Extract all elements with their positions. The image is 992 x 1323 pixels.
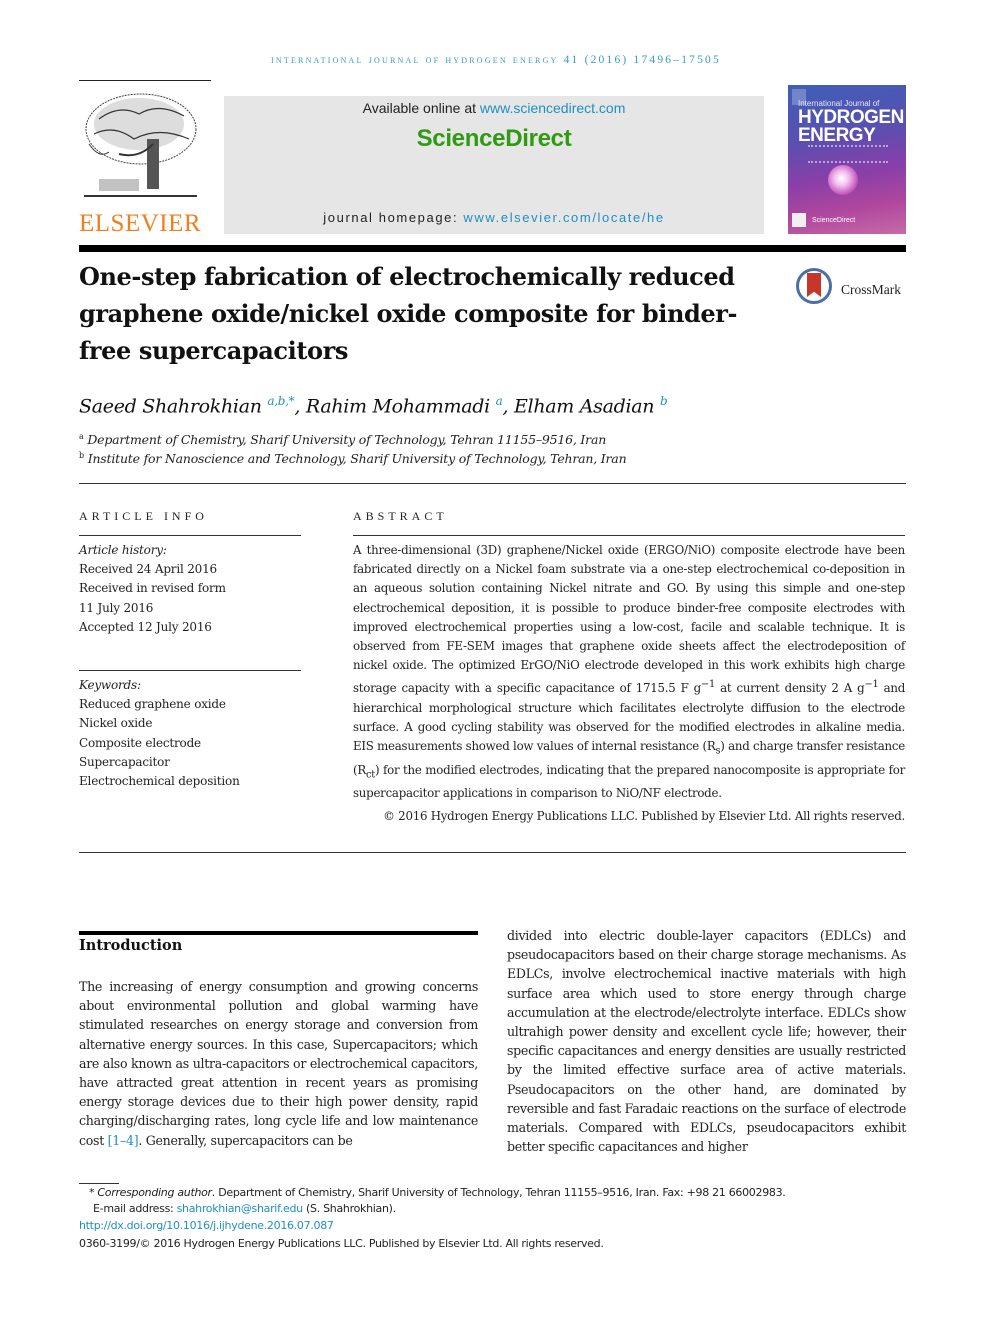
superscript: −1 [864, 679, 879, 691]
journal-homepage: journal homepage: www.elsevier.com/locat… [224, 210, 764, 225]
article-title: One-step fabrication of electrochemicall… [79, 262, 738, 365]
corresponding-author-note: * Corresponding author. Department of Ch… [79, 1186, 786, 1199]
body-text: . Generally, supercapacitors can be [138, 1132, 353, 1148]
footnote-rule [79, 1183, 119, 1184]
cover-orb-graphic [828, 165, 858, 195]
cover-badge [792, 213, 806, 227]
abstract-rule [353, 535, 905, 536]
author-separator: , [294, 395, 306, 418]
section-divider [79, 852, 906, 853]
doi-line: http://dx.doi.org/10.1016/j.ijhydene.201… [79, 1219, 334, 1232]
journal-homepage-label: journal homepage: [323, 210, 464, 225]
keyword: Electrochemical deposition [79, 774, 240, 789]
subscript: ct [366, 768, 375, 780]
affiliation-mark: b [79, 451, 84, 460]
journal-cover[interactable]: International Journal of HYDROGEN ENERGY… [788, 85, 906, 234]
keywords: Keywords: Reduced graphene oxide Nickel … [79, 676, 309, 791]
author-affiliation-mark[interactable]: a,b,* [267, 394, 294, 408]
cover-footer: ScienceDirect [812, 217, 856, 224]
author-list: Saeed Shahrokhian a,b,*, Rahim Mohammadi… [79, 394, 668, 418]
keywords-label: Keywords: [79, 678, 141, 692]
email-link[interactable]: shahrokhian@sharif.edu [177, 1202, 304, 1215]
abstract-heading: ABSTRACT [353, 509, 448, 523]
email-suffix: (S. Shahrokhian). [302, 1202, 396, 1215]
running-head: International Journal of Hydrogen Energy… [271, 54, 721, 66]
history-item: 11 July 2016 [79, 600, 154, 615]
keywords-rule [79, 670, 301, 671]
keyword: Supercapacitor [79, 754, 170, 769]
issn-line: 0360-3199/© 2016 Hydrogen Energy Publica… [79, 1237, 604, 1250]
history-item: Received 24 April 2016 [79, 562, 217, 577]
author-name[interactable]: Saeed Shahrokhian [79, 395, 262, 417]
abstract-body: A three-dimensional (3D) graphene/Nickel… [353, 541, 905, 803]
available-online: Available online at www.sciencedirect.co… [224, 100, 764, 116]
title-rule [79, 245, 906, 252]
article-info-heading: ARTICLE INFO [79, 509, 208, 523]
sciencedirect-logo[interactable]: ScienceDirect [224, 125, 764, 153]
affiliation-mark: a [79, 432, 84, 441]
superscript: −1 [700, 679, 715, 691]
citation-link[interactable]: [1–4] [108, 1133, 139, 1148]
tree-icon [84, 93, 197, 197]
abstract-text: A three-dimensional (3D) graphene/Nickel… [353, 543, 905, 696]
corresponding-label: Corresponding author [97, 1186, 212, 1199]
email-note: E-mail address: shahrokhian@sharif.edu (… [79, 1202, 396, 1215]
abstract-text: at current density 2 A g [714, 681, 865, 696]
introduction-left-column: The increasing of energy consumption and… [79, 977, 478, 1150]
affiliation: b Institute for Nanoscience and Technolo… [79, 451, 627, 467]
keyword: Composite electrode [79, 735, 201, 750]
author-name[interactable]: Rahim Mohammadi [306, 395, 490, 417]
body-text: The increasing of energy consumption and… [79, 979, 478, 1148]
introduction-rule [79, 931, 478, 935]
crossmark-button[interactable]: CrossMark [796, 268, 916, 310]
affiliation: a Department of Chemistry, Sharif Univer… [79, 432, 606, 447]
introduction-heading: Introduction [79, 937, 183, 954]
author-name[interactable]: Elham Asadian [514, 395, 655, 417]
available-online-label: Available online at [362, 100, 480, 116]
keyword: Reduced graphene oxide [79, 697, 226, 712]
author-affiliation-mark[interactable]: b [660, 394, 668, 408]
abstract-copyright: © 2016 Hydrogen Energy Publications LLC.… [383, 809, 905, 823]
keyword: Nickel oxide [79, 716, 153, 731]
cover-title-line3: ENERGY [798, 125, 876, 146]
history-item: Received in revised form [79, 581, 226, 596]
affiliation-text: Institute for Nanoscience and Technology… [87, 451, 627, 467]
footnote-star: * [89, 1186, 95, 1199]
email-label: E-mail address: [93, 1202, 177, 1215]
article-history: Article history: Received 24 April 2016 … [79, 541, 309, 637]
section-divider [79, 483, 906, 484]
journal-homepage-link[interactable]: www.elsevier.com/locate/he [463, 210, 664, 225]
article-info-rule [79, 535, 301, 536]
corresponding-text: . Department of Chemistry, Sharif Univer… [211, 1186, 786, 1199]
history-item: Accepted 12 July 2016 [79, 619, 212, 634]
affiliation-text: Department of Chemistry, Sharif Universi… [87, 432, 607, 448]
author-separator: , [502, 395, 514, 418]
header-rule [79, 80, 211, 81]
abstract-text: ) for the modified electrodes, indicatin… [353, 762, 905, 801]
cover-editor-lines [808, 145, 888, 163]
introduction-right-column: divided into electric double-layer capac… [507, 928, 906, 1155]
elsevier-wordmark: ELSEVIER [79, 210, 202, 237]
article-history-label: Article history: [79, 543, 167, 557]
sciencedirect-link[interactable]: www.sciencedirect.com [480, 100, 626, 116]
doi-link[interactable]: http://dx.doi.org/10.1016/j.ijhydene.201… [79, 1219, 334, 1232]
crossmark-label: CrossMark [841, 282, 901, 297]
